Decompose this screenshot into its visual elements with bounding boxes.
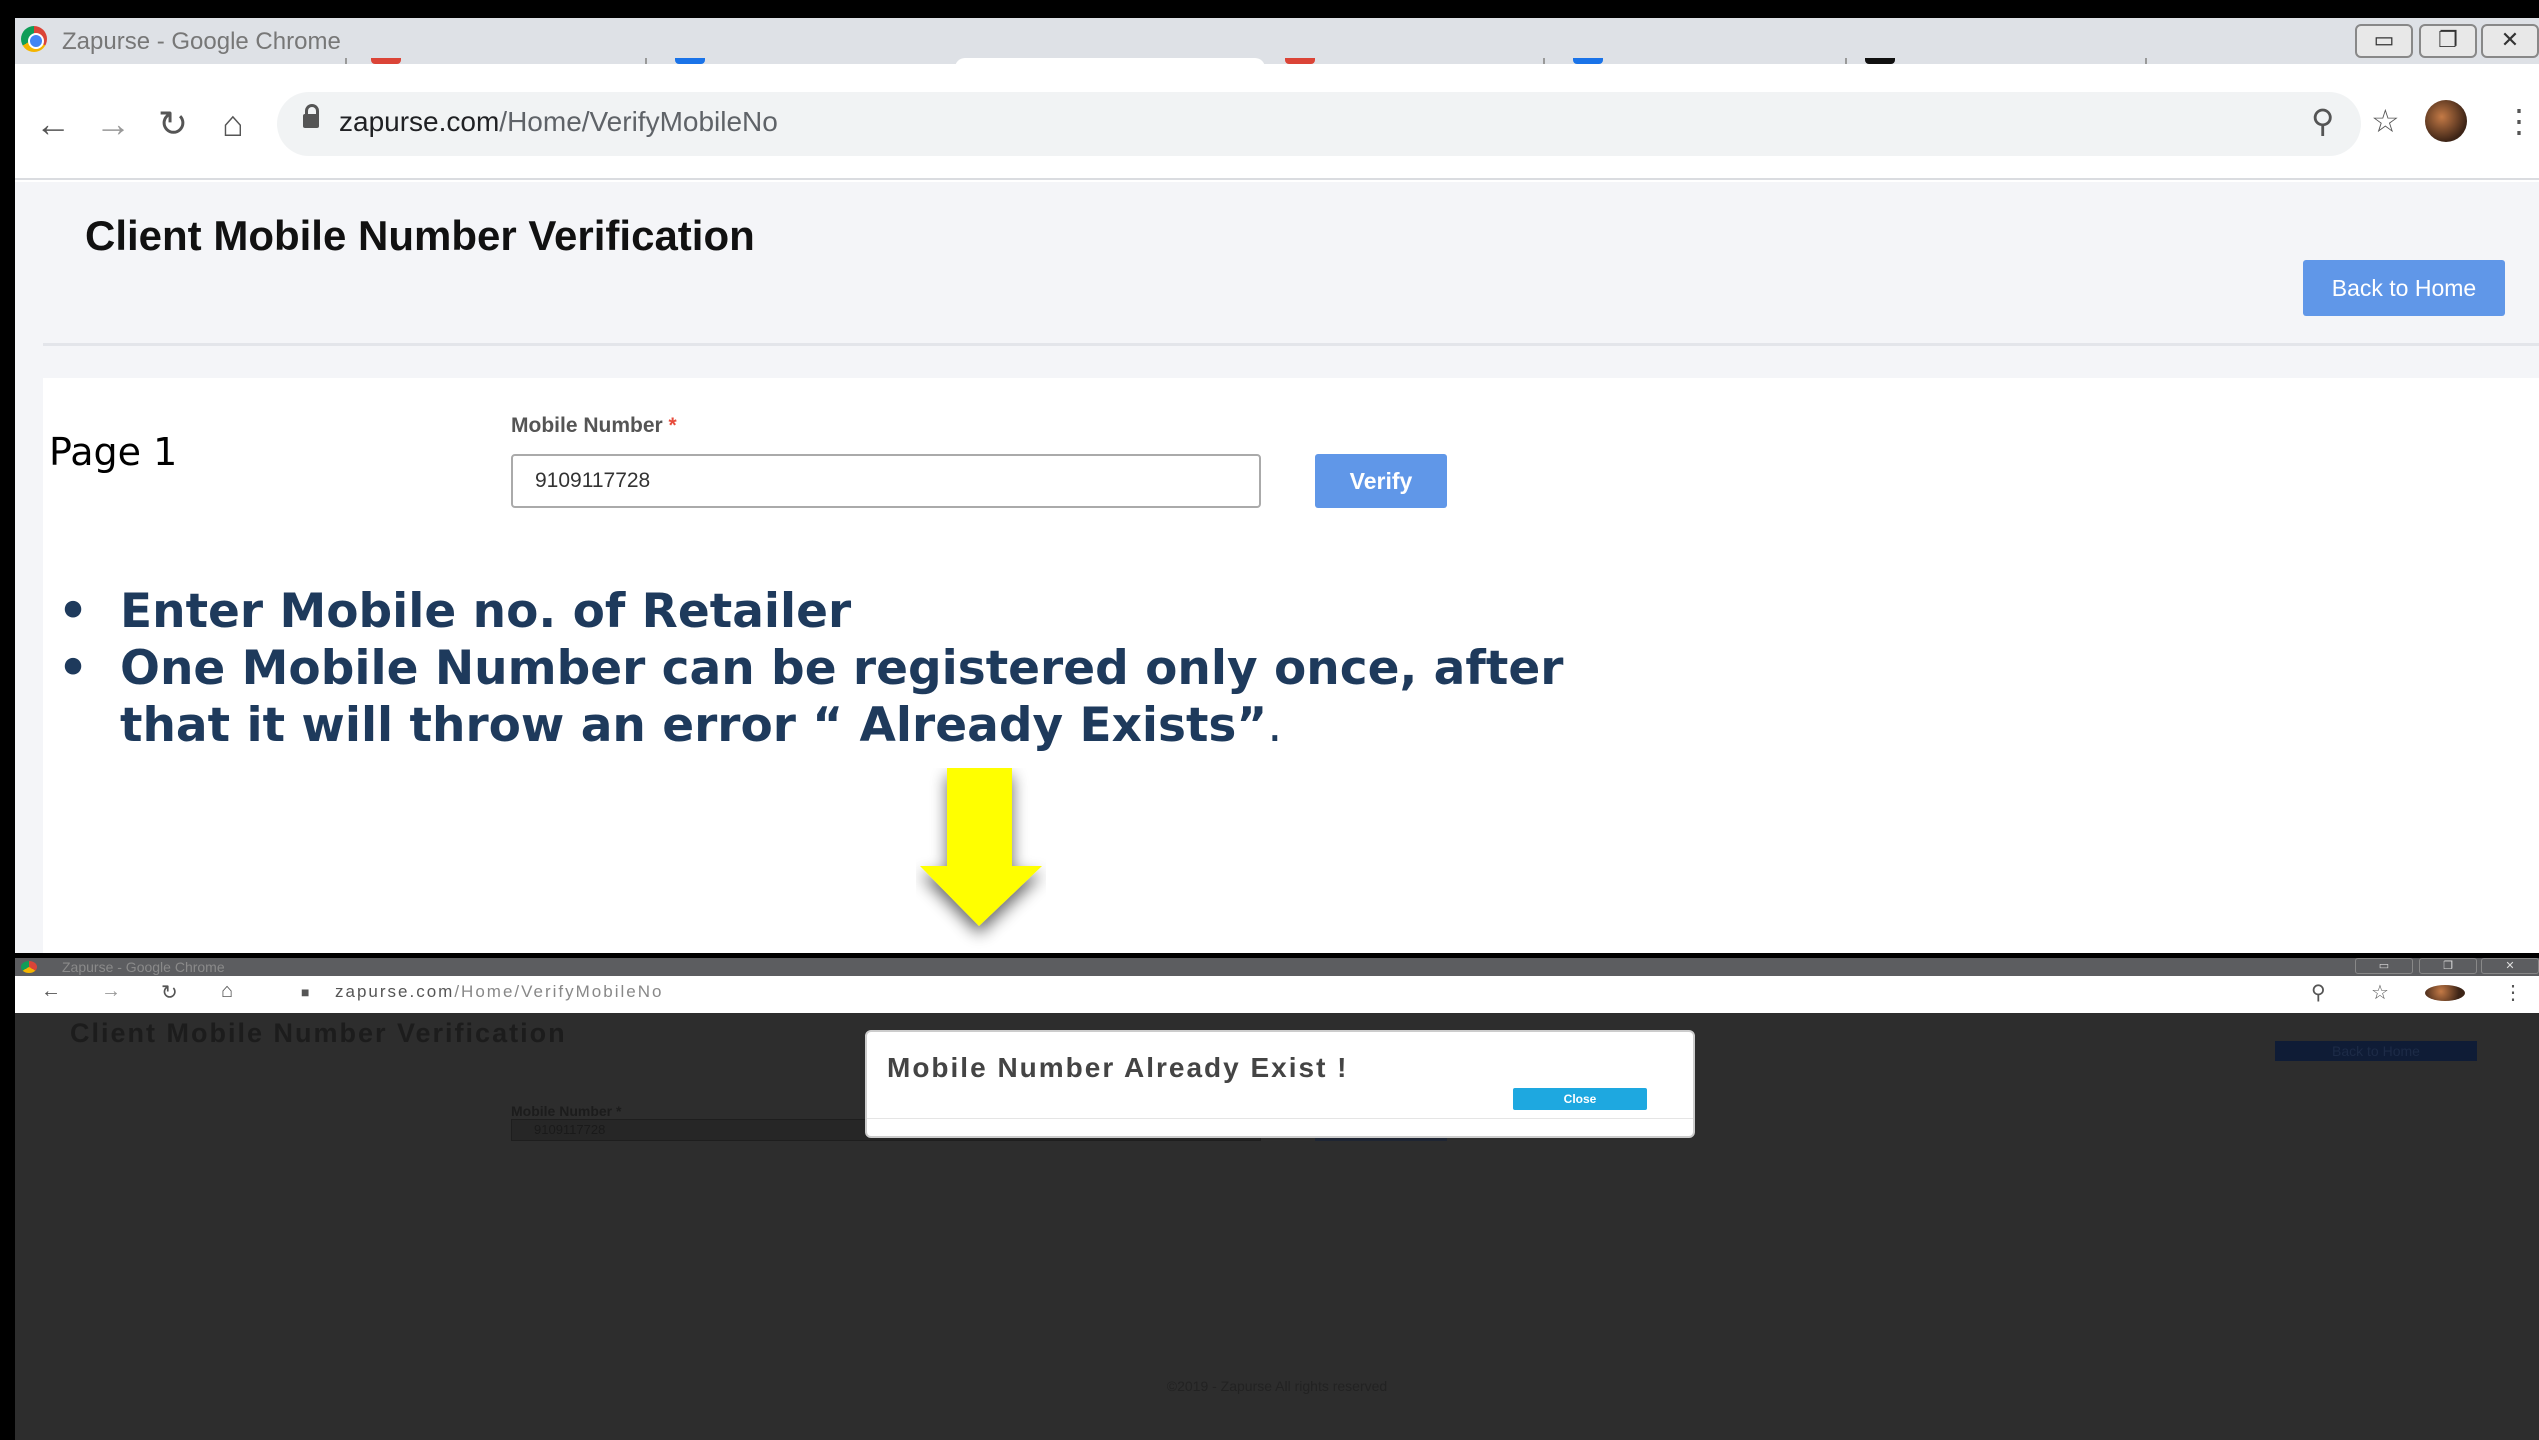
lock-icon: ■ <box>301 984 310 1000</box>
back-to-home-button[interactable]: Back to Home <box>2303 260 2505 316</box>
modal-divider <box>867 1118 1693 1119</box>
reload-icon[interactable]: ↻ <box>153 104 193 144</box>
bookmark-star-icon[interactable]: ☆ <box>2371 980 2389 1005</box>
window-titlebar: Zapurse - Google Chrome ▭ ❐ ✕ <box>15 18 2539 84</box>
lock-icon <box>303 104 319 128</box>
url-domain: zapurse.com <box>339 106 500 137</box>
bullet-text: Enter Mobile no. of Retailer <box>120 584 852 639</box>
minimize-button[interactable]: ▭ <box>2355 958 2413 974</box>
profile-avatar[interactable] <box>2425 100 2467 142</box>
bookmark-star-icon[interactable]: ☆ <box>2371 102 2400 140</box>
mobile-number-input[interactable] <box>511 454 1261 508</box>
page-footer: ©2019 - Zapurse All rights reserved <box>1166 1378 1388 1394</box>
menu-dots-icon[interactable]: ⋮ <box>2503 980 2523 1005</box>
back-arrow-icon[interactable]: ← <box>41 980 61 1003</box>
bullet-tail: . <box>1267 698 1283 753</box>
minimize-icon: ▭ <box>2378 960 2390 972</box>
page-label: Page 1 <box>49 430 178 474</box>
close-icon: ✕ <box>2505 960 2515 972</box>
modal-close-button[interactable]: Close <box>1513 1088 1647 1110</box>
error-modal: Mobile Number Already Exist ! Close <box>865 1030 1695 1138</box>
chrome-logo-icon <box>21 961 37 973</box>
annotation-bullet: One Mobile Number can be registered only… <box>58 640 1678 754</box>
reload-icon[interactable]: ↻ <box>161 980 178 1005</box>
window-titlebar: Zapurse - Google Chrome ▭ ❐ ✕ <box>15 958 2539 976</box>
restore-icon: ❐ <box>2438 27 2458 52</box>
browser-toolbar: ← → ↻ ⌂ zapurse.com/Home/VerifyMobileNo … <box>15 64 2539 180</box>
restore-button[interactable]: ❐ <box>2419 24 2477 58</box>
down-arrow-icon <box>920 768 1042 926</box>
restore-button[interactable]: ❐ <box>2419 958 2477 974</box>
back-arrow-icon[interactable]: ← <box>33 104 73 144</box>
required-mark: * <box>668 414 677 437</box>
chrome-logo-icon <box>21 26 47 52</box>
url-text[interactable]: zapurse.com/Home/VerifyMobileNo <box>335 982 663 1002</box>
minimize-icon: ▭ <box>2373 27 2395 52</box>
mobile-number-label: Mobile Number * <box>511 1103 622 1119</box>
page-title: Client Mobile Number Verification <box>70 1018 567 1048</box>
page-header: Client Mobile Number Verification Back t… <box>43 182 2539 346</box>
url-path: /Home/VerifyMobileNo <box>499 106 778 137</box>
page-content: Client Mobile Number Verification Back t… <box>15 182 2539 953</box>
minimize-button[interactable]: ▭ <box>2355 24 2413 58</box>
menu-dots-icon[interactable]: ⋮ <box>2503 102 2535 140</box>
browser-window-before: Zapurse - Google Chrome ▭ ❐ ✕ ← → ↻ ⌂ za… <box>15 18 2539 953</box>
browser-toolbar: ← → ↻ ⌂ ■ zapurse.com/Home/VerifyMobileN… <box>15 976 2539 1013</box>
browser-window-after: Zapurse - Google Chrome ▭ ❐ ✕ ← → ↻ ⌂ ■ … <box>15 958 2539 1440</box>
close-window-button[interactable]: ✕ <box>2481 24 2539 58</box>
close-window-button[interactable]: ✕ <box>2481 958 2539 974</box>
restore-icon: ❐ <box>2443 960 2453 972</box>
close-icon: ✕ <box>2500 27 2520 52</box>
mobile-number-label: Mobile Number * <box>511 414 677 438</box>
url-domain: zapurse.com <box>335 982 455 1001</box>
address-bar[interactable]: zapurse.com/Home/VerifyMobileNo ⚲ <box>277 92 2361 156</box>
forward-arrow-icon[interactable]: → <box>93 104 133 144</box>
zoom-icon[interactable]: ⚲ <box>2311 102 2334 140</box>
verify-button[interactable]: Verify <box>1315 454 1447 508</box>
window-title: Zapurse - Google Chrome <box>62 28 341 55</box>
page-title: Client Mobile Number Verification <box>85 212 755 259</box>
profile-avatar[interactable] <box>2425 985 2465 1001</box>
bullet-text: One Mobile Number can be registered only… <box>120 641 1564 753</box>
annotation-bullet: Enter Mobile no. of Retailer <box>58 583 1678 640</box>
mobile-label-text: Mobile Number <box>511 414 663 437</box>
window-title: Zapurse - Google Chrome <box>62 959 225 975</box>
back-to-home-button[interactable]: Back to Home <box>2275 1041 2477 1061</box>
home-icon[interactable]: ⌂ <box>213 104 253 144</box>
modal-message: Mobile Number Already Exist ! <box>887 1052 1349 1083</box>
url-text[interactable]: zapurse.com/Home/VerifyMobileNo <box>339 106 778 138</box>
home-icon[interactable]: ⌂ <box>221 980 233 1003</box>
forward-arrow-icon[interactable]: → <box>101 980 121 1003</box>
annotation-bullets: Enter Mobile no. of Retailer One Mobile … <box>58 583 1678 754</box>
url-path: /Home/VerifyMobileNo <box>454 982 664 1001</box>
zoom-icon[interactable]: ⚲ <box>2311 980 2326 1005</box>
